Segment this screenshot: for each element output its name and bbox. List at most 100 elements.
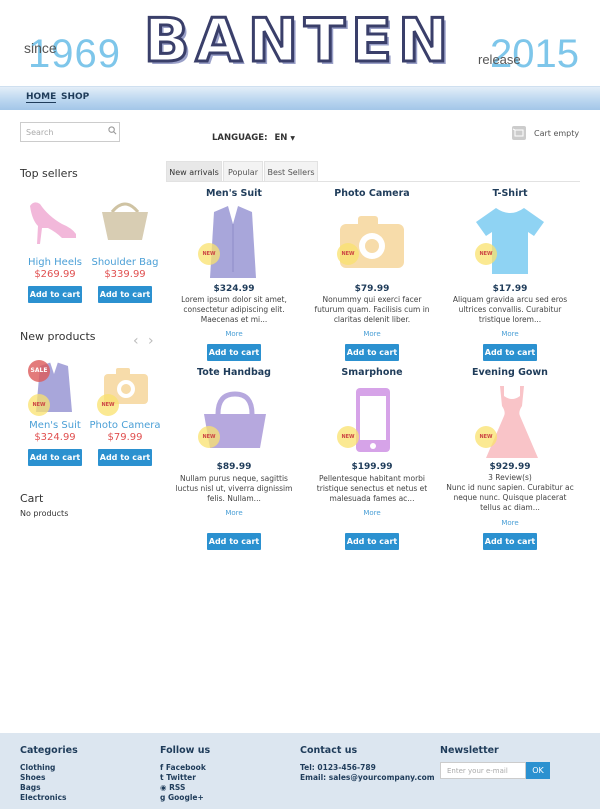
footer-category-link[interactable]: Shoes [20,773,45,782]
language-value: EN [274,133,288,143]
nav-shop[interactable]: SHOP [61,92,89,102]
more-link[interactable]: More [307,330,437,338]
new-products-title: New products [20,330,96,343]
site-header: 1969 since BANTEN 2015 release [0,0,600,86]
shoulder-bag-image[interactable] [98,198,152,246]
product-description: Aliquam gravida arcu sed eros ultrices c… [452,295,568,324]
side-product-name[interactable]: Shoulder Bag [87,257,163,268]
product-price: $929.99 [489,462,531,472]
sale-badge: SALE [28,360,50,382]
cart-status[interactable]: Cart empty [534,129,579,138]
tab-divider [166,181,580,182]
cart-empty-text: No products [20,509,69,518]
more-link[interactable]: More [445,330,575,338]
add-to-cart-button[interactable]: Add to cart [483,533,537,550]
side-product-name[interactable]: High Heels [17,257,93,268]
product-description: Nonummy qui exerci facer futurum quam. F… [314,295,430,324]
product-reviews[interactable]: 3 Review(s) [445,473,575,483]
side-product-name[interactable]: Photo Camera [87,420,163,431]
language-label: LANGUAGE: [212,133,268,143]
new-badge: NEW [337,243,359,265]
add-to-cart-button[interactable]: Add to cart [345,344,399,361]
product-description: Pellentesque habitant morbi tristique se… [316,474,428,503]
more-link[interactable]: More [169,509,299,517]
product-price: $324.99 [213,284,255,294]
add-to-cart-button[interactable]: Add to cart [207,344,261,361]
search-icon[interactable] [108,126,117,135]
product-price: $17.99 [492,284,528,294]
chevron-right-icon[interactable]: › [148,333,154,349]
product-description: Nunc id nunc sapien. Curabitur ac neque … [446,483,574,512]
logo-text: BANTEN [142,5,455,78]
product-name[interactable]: Men's Suit [169,188,299,199]
nav-home[interactable]: HOME [26,92,57,103]
footer-category-link[interactable]: Electronics [20,793,66,802]
twitter-link[interactable]: t Twitter [160,773,196,782]
new-badge: NEW [198,243,220,265]
product-price: $79.99 [354,284,390,294]
contact-email[interactable]: Email: sales@yourcompany.com [300,773,435,782]
rss-link[interactable]: ◉ RSS [160,783,185,792]
add-to-cart-button[interactable]: Add to cart [207,533,261,550]
since-label: since [24,40,57,56]
product-name[interactable]: Evening Gown [445,367,575,378]
more-link[interactable]: More [307,509,437,517]
add-to-cart-button[interactable]: Add to cart [28,449,82,466]
product-name[interactable]: Smarphone [307,367,437,378]
product-name[interactable]: Photo Camera [307,188,437,199]
side-product-price: $79.99 [107,432,143,443]
add-to-cart-button[interactable]: Add to cart [98,286,152,303]
product-description: Lorem ipsum dolor sit amet, consectetur … [181,295,287,324]
newsletter-email-input[interactable]: Enter your e-mail [440,762,526,779]
smartphone-image[interactable] [354,386,392,454]
footer-contact-title: Contact us [300,745,358,756]
site-footer: Categories Clothing Shoes Bags Electroni… [0,733,600,809]
evening-gown-image[interactable] [484,384,540,460]
new-badge: NEW [97,394,119,416]
page: 1969 since BANTEN 2015 release HOME SHOP… [0,0,600,809]
rss-label: RSS [169,783,186,792]
side-product-price: $324.99 [34,432,76,443]
contact-tel: Tel: 0123-456-789 [300,763,376,772]
more-link[interactable]: More [445,519,575,527]
logo[interactable]: BANTEN [138,4,460,78]
tab-popular[interactable]: Popular [223,161,263,182]
more-link[interactable]: More [169,330,299,338]
google-plus-icon: g [160,793,168,802]
chevron-left-icon[interactable]: ‹ [133,333,139,349]
facebook-link[interactable]: f Facebook [160,763,206,772]
side-product-name[interactable]: Men's Suit [17,420,93,431]
add-to-cart-button[interactable]: Add to cart [483,344,537,361]
facebook-label: Facebook [165,763,206,772]
cart-icon[interactable] [512,126,526,140]
tab-best-sellers[interactable]: Best Sellers [264,161,318,182]
add-to-cart-button[interactable]: Add to cart [28,286,82,303]
release-label: release [478,52,521,67]
newsletter-ok-button[interactable]: OK [526,762,550,779]
footer-newsletter-title: Newsletter [440,745,499,756]
product-name[interactable]: Tote Handbag [169,367,299,378]
google-plus-label: Google+ [167,793,204,802]
t-shirt-image[interactable] [474,206,546,276]
high-heels-image[interactable] [26,198,82,246]
product-price: $199.99 [351,462,393,472]
tab-new-arrivals[interactable]: New arrivals [166,161,222,182]
footer-category-link[interactable]: Clothing [20,763,55,772]
add-to-cart-button[interactable]: Add to cart [345,533,399,550]
product-name[interactable]: T-Shirt [445,188,575,199]
side-product-price: $269.99 [34,269,76,280]
new-badge: NEW [475,243,497,265]
product-description: Nullam purus neque, sagittis luctus nisl… [175,474,293,503]
cart-title: Cart [20,492,44,505]
twitter-label: Twitter [166,773,196,782]
new-badge: NEW [198,426,220,448]
language-selector[interactable]: LANGUAGE: EN ▼ [212,133,295,143]
top-sellers-title: Top sellers [20,167,78,180]
new-badge: NEW [475,426,497,448]
google-plus-link[interactable]: g Google+ [160,793,204,802]
search-input[interactable]: Search [20,122,120,142]
footer-category-link[interactable]: Bags [20,783,41,792]
mens-suit-image[interactable] [206,202,260,280]
add-to-cart-button[interactable]: Add to cart [98,449,152,466]
main-nav: HOME SHOP [0,86,600,110]
